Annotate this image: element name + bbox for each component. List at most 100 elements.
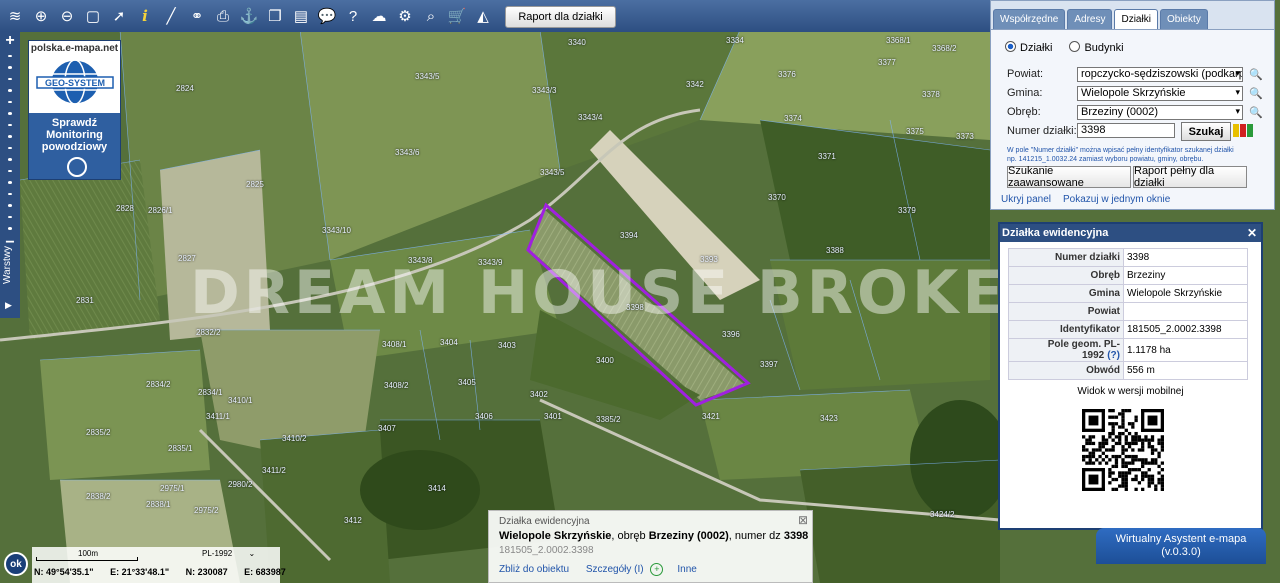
qr-code[interactable] [1082, 409, 1164, 491]
attribute-value: 181505_2.0002.3398 [1123, 320, 1248, 339]
attribute-name: Powiat [1008, 302, 1124, 321]
parcel-label: 3410/1 [228, 396, 253, 405]
parcel-label: 3410/2 [282, 434, 307, 443]
chevron-down-icon: ▾ [1235, 68, 1240, 78]
search-button[interactable]: Szukaj [1181, 122, 1231, 141]
main-toolbar: ≋ ⊕ ⊖ ▢ ➚ i ╱ ⚭ ⎙ ⚓ ❐ ▤ 💬 ? ☁ ⚙ ⌕ 🛒 ◭ [0, 0, 990, 32]
search-panel: Współrzędne Adresy Działki Obiekty Dział… [990, 0, 1275, 210]
powiat-select[interactable]: ropczycko-sędziszowski (podkarp ▾ [1077, 67, 1243, 82]
plus-icon[interactable]: + [650, 563, 664, 576]
parcel-attribute-row: Obwód 556 m [1008, 361, 1248, 380]
parcel-attributes-table: Numer działki 3398 Obręb Brzeziny Gmina Wielo… [1008, 248, 1248, 380]
search-icon[interactable]: 🔍 [1249, 87, 1263, 100]
parcel-label: 3396 [722, 330, 740, 339]
parcel-label: 3342 [686, 80, 704, 89]
parcel-label: 3371 [818, 152, 836, 161]
attribute-name: Identyfikator [1008, 320, 1124, 339]
zoom-out-icon[interactable]: ⊖ [56, 5, 78, 27]
zoom-plus-button[interactable]: + [5, 32, 14, 50]
parcel-label: 3404 [440, 338, 458, 347]
easting: E: 683987 [244, 567, 286, 577]
link-icon[interactable]: ⚭ [186, 5, 208, 27]
mobile-view-label: Widok w wersji mobilnej [1077, 386, 1184, 397]
parcel-label: 3411/2 [262, 466, 286, 475]
layers-icon[interactable]: ≋ [4, 5, 26, 27]
upload-icon[interactable]: ☁ [368, 5, 390, 27]
parcel-label: 3385/2 [596, 415, 621, 424]
search-icon[interactable]: 🔍 [1249, 106, 1263, 119]
settings-icon[interactable]: ⚙ [394, 5, 416, 27]
radio-parcels[interactable]: Działki [1005, 41, 1052, 54]
parcel-number-input[interactable]: 3398 [1077, 123, 1175, 138]
hide-panel-link[interactable]: Ukryj panel [1001, 194, 1051, 205]
zoom-slider[interactable]: + − [0, 32, 20, 252]
parcel-attribute-row: Numer działki 3398 [1008, 248, 1248, 267]
zoom-to-object-link[interactable]: Zbliż do obiektu [499, 564, 569, 575]
parcel-attribute-row: Gmina Wielopole Skrzyńskie [1008, 284, 1248, 303]
popup-title: Działka ewidencyjna [499, 516, 590, 527]
terrain-icon[interactable]: ◭ [472, 5, 494, 27]
parcel-label: 2838/1 [146, 500, 171, 509]
full-extent-icon[interactable]: ▢ [82, 5, 104, 27]
details-link[interactable]: Szczegóły (I) [586, 564, 644, 575]
copy-icon[interactable]: ❐ [264, 5, 286, 27]
geo-system-banner[interactable]: polska.e-mapa.net GEO-SYSTEM Sprawdź Mon… [28, 40, 121, 180]
parcel-label: 3373 [956, 132, 974, 141]
cart-icon[interactable]: 🛒 [446, 5, 468, 27]
virtual-assistant-button[interactable]: Wirtualny Asystent e-mapa (v.0.3.0) [1096, 528, 1266, 564]
gmina-select[interactable]: Wielopole Skrzyńskie ▾ [1077, 86, 1243, 101]
report-button[interactable]: Raport dla działki [505, 6, 616, 28]
attribute-name: Numer działki [1008, 248, 1124, 267]
pointer-icon[interactable]: ➚ [108, 5, 130, 27]
parcel-label: 3375 [906, 127, 924, 136]
scale-bar: 100m PL-1992 ⌄ N: 49°54'35.1" E: 21°33'4… [32, 547, 286, 583]
tab-objects[interactable]: Obiekty [1159, 9, 1208, 29]
search-tabs: Współrzędne Adresy Działki Obiekty [991, 1, 1274, 30]
tab-addresses[interactable]: Adresy [1067, 9, 1113, 29]
advanced-search-button[interactable]: Szukanie zaawansowane [1007, 165, 1131, 189]
tab-coordinates[interactable]: Współrzędne [993, 9, 1066, 29]
parcel-label: 3400 [596, 356, 614, 365]
parcel-label: 3378 [922, 90, 940, 99]
search-map-icon[interactable]: ⌕ [420, 5, 442, 27]
attribute-value: 556 m [1123, 361, 1248, 380]
help-link[interactable]: (?) [1107, 350, 1120, 361]
powiat-label: Powiat: [1007, 68, 1044, 80]
scale-line [36, 557, 138, 561]
flood-line-2: Monitoring [46, 129, 103, 141]
radio-buildings[interactable]: Budynki [1069, 41, 1124, 54]
coordinates-icon[interactable]: ⚓ [238, 5, 260, 27]
parcel-label: 3334 [726, 36, 744, 45]
single-window-link[interactable]: Pokazuj w jednym oknie [1063, 194, 1170, 205]
parcel-label: 3408/1 [382, 340, 407, 349]
print-icon[interactable]: ⎙ [212, 5, 234, 27]
color-indicator[interactable] [1233, 124, 1254, 140]
measure-icon[interactable]: ╱ [160, 5, 182, 27]
parcel-label: 3405 [458, 378, 476, 387]
parcel-label: 3412 [344, 516, 362, 525]
zoom-in-icon[interactable]: ⊕ [30, 5, 52, 27]
ok-button[interactable]: ok [4, 552, 28, 576]
assistant-line-1: Wirtualny Asystent e-mapa [1115, 533, 1247, 545]
help-icon[interactable]: ? [342, 5, 364, 27]
other-link[interactable]: Inne [677, 564, 696, 575]
obreb-select[interactable]: Brzeziny (0002) ▾ [1077, 105, 1243, 120]
close-icon[interactable]: ⊠ [798, 513, 808, 527]
parcel-label: 2831 [76, 296, 94, 305]
longitude: E: 21°33'48.1" [110, 567, 170, 577]
layers-tab[interactable]: Warstwy ▶ [0, 246, 20, 318]
full-report-button[interactable]: Raport pełny dla działki [1133, 165, 1247, 189]
comment-icon[interactable]: 💬 [316, 5, 338, 27]
parcel-label: 2824 [176, 84, 194, 93]
parcel-info-panel: Działka ewidencyjna ✕ Numer działki 3398 O… [998, 222, 1263, 530]
parcel-label: 3376 [778, 70, 796, 79]
tab-parcels[interactable]: Działki [1114, 9, 1158, 29]
search-icon[interactable]: 🔍 [1249, 68, 1263, 81]
parcel-label: 3343/5 [540, 168, 565, 177]
close-icon[interactable]: ✕ [1247, 224, 1257, 242]
attribute-value: 3398 [1123, 248, 1248, 267]
parcel-label: 2975/1 [160, 484, 185, 493]
crs-select[interactable]: PL-1992 ⌄ [202, 549, 272, 558]
layout-icon[interactable]: ▤ [290, 5, 312, 27]
info-icon[interactable]: i [134, 5, 156, 27]
